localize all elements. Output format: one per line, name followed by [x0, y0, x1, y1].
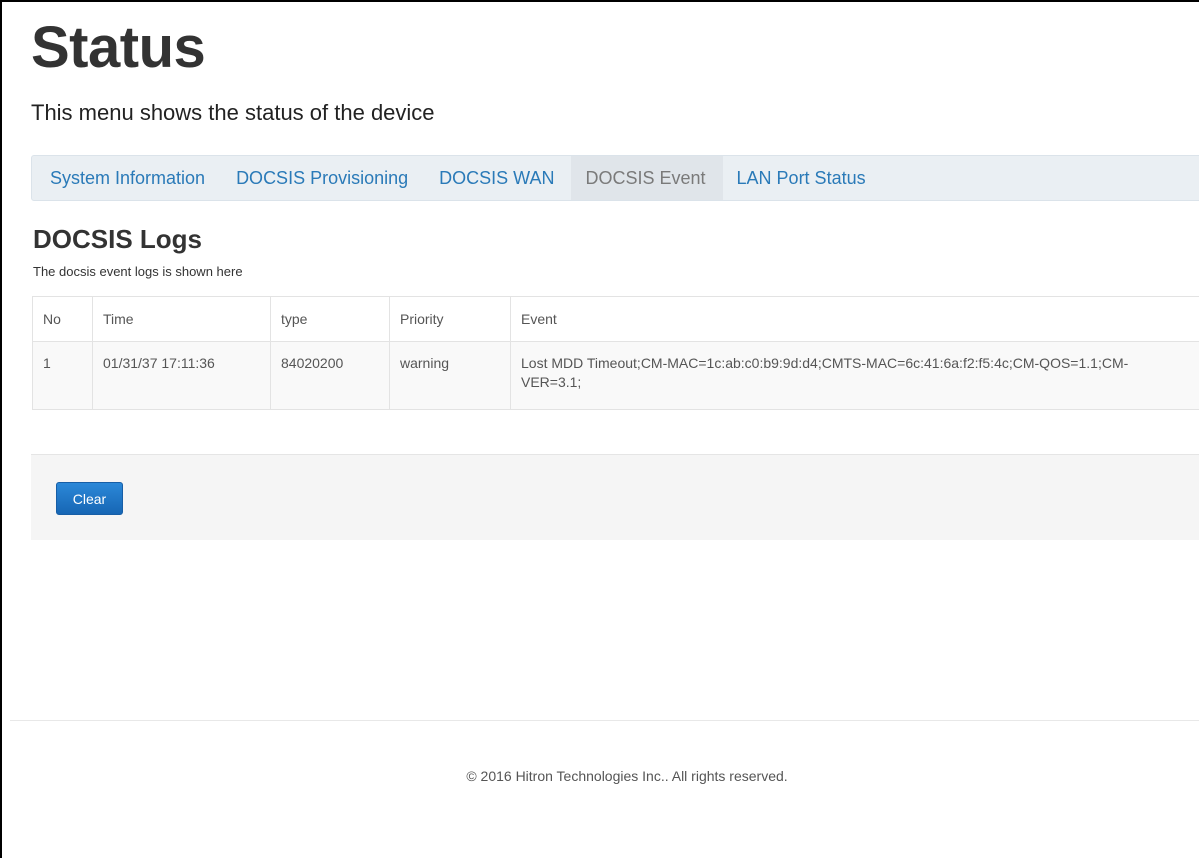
tab-docsis-event[interactable]: DOCSIS Event: [571, 156, 723, 200]
column-header-priority: Priority: [389, 296, 511, 342]
tab-docsis-wan[interactable]: DOCSIS WAN: [425, 156, 571, 200]
tab-lan-port-status[interactable]: LAN Port Status: [723, 156, 883, 200]
column-header-no: No: [32, 296, 93, 342]
footer-divider: [10, 720, 1199, 721]
column-header-event: Event: [510, 296, 1199, 342]
page-title: Status: [31, 15, 206, 80]
copyright-text: © 2016 Hitron Technologies Inc.. All rig…: [466, 768, 788, 784]
app-frame: Status This menu shows the status of the…: [0, 0, 1199, 858]
column-header-time: Time: [92, 296, 271, 342]
cell-time: 01/31/37 17:11:36: [92, 341, 271, 410]
section-title: DOCSIS Logs: [33, 224, 203, 254]
cell-type: 84020200: [270, 341, 390, 410]
tab-system-information[interactable]: System Information: [36, 156, 222, 200]
status-tabs: System Information DOCSIS Provisioning D…: [31, 155, 1199, 201]
cell-priority: warning: [389, 341, 511, 410]
action-bar: Clear: [31, 454, 1199, 540]
cell-no: 1: [32, 341, 93, 410]
docsis-logs-table: No Time type Priority Event 1 01/31/37 1…: [32, 296, 1199, 410]
section-description: The docsis event logs is shown here: [33, 264, 243, 279]
table-header-row: No Time type Priority Event: [32, 296, 1199, 342]
page-subtitle: This menu shows the status of the device: [31, 100, 435, 125]
tab-docsis-provisioning[interactable]: DOCSIS Provisioning: [222, 156, 425, 200]
table-row: 1 01/31/37 17:11:36 84020200 warning Los…: [32, 341, 1199, 410]
column-header-type: type: [270, 296, 390, 342]
clear-button[interactable]: Clear: [56, 482, 123, 515]
cell-event: Lost MDD Timeout;CM-MAC=1c:ab:c0:b9:9d:d…: [510, 341, 1199, 410]
